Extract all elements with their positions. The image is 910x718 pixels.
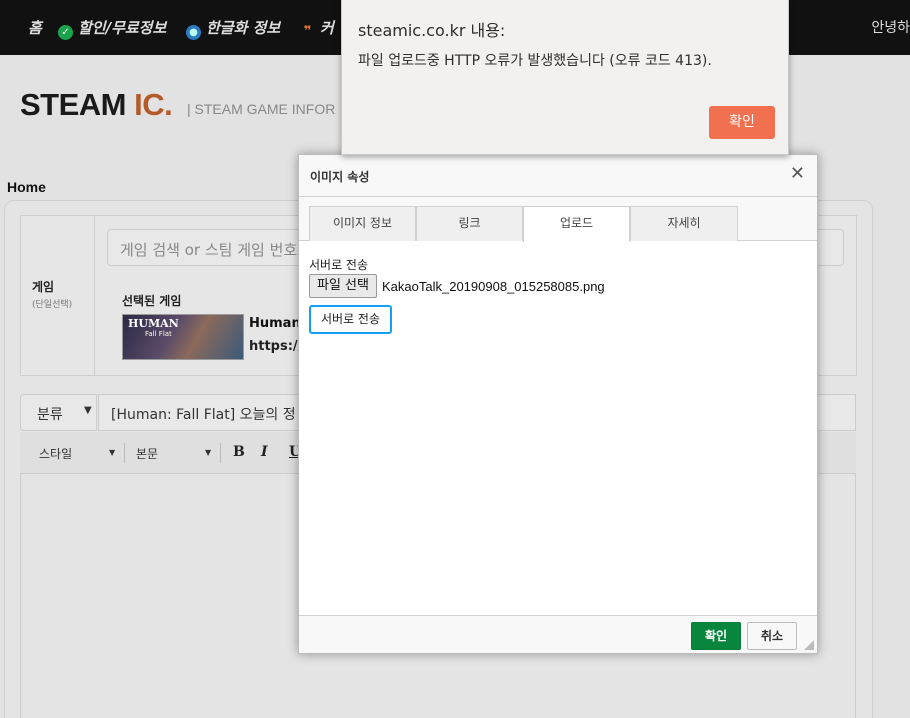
game-label: 게임 bbox=[32, 280, 55, 294]
send-to-server-button[interactable]: 서버로 전송 bbox=[309, 305, 392, 334]
alert-title: steamic.co.kr 내용: bbox=[358, 21, 506, 40]
alert-ok-button[interactable]: 확인 bbox=[709, 106, 775, 139]
alert-message: 파일 업로드중 HTTP 오류가 발생했습니다 (오류 코드 413). bbox=[358, 53, 712, 69]
tab-advanced[interactable]: 자세히 bbox=[630, 206, 738, 241]
user-greeting[interactable]: 안녕하 bbox=[871, 17, 910, 37]
format-caret-icon: ▼ bbox=[205, 448, 212, 457]
selected-file-name: KakaoTalk_20190908_015258085.png bbox=[382, 279, 605, 294]
tab-upload[interactable]: 업로드 bbox=[523, 206, 630, 242]
image-properties-dialog: 이미지 속성 ✕ 이미지 정보 링크 업로드 자세히 서버로 전송 파일 선택 … bbox=[298, 154, 818, 654]
selected-game-label: 선택된 게임 bbox=[122, 294, 182, 308]
game-sublabel: (단일선택) bbox=[32, 300, 73, 310]
nav-item-discount[interactable]: ✓ 할인/무료정보 bbox=[58, 17, 166, 40]
resize-handle-icon[interactable] bbox=[804, 640, 814, 650]
game-thumbnail: HUMAN Fall Flat bbox=[122, 314, 244, 360]
check-circle-icon: ✓ bbox=[58, 25, 73, 40]
tab-image-info[interactable]: 이미지 정보 bbox=[309, 206, 416, 241]
italic-button[interactable]: I bbox=[261, 444, 268, 460]
upload-label: 서버로 전송 bbox=[309, 258, 369, 272]
selected-game-url[interactable]: https:// bbox=[249, 339, 302, 354]
upload-panel: 서버로 전송 파일 선택 KakaoTalk_20190908_01525808… bbox=[299, 241, 817, 615]
choose-file-button[interactable]: 파일 선택 bbox=[309, 274, 377, 298]
browser-alert: steamic.co.kr 내용: 파일 업로드중 HTTP 오류가 발생했습니… bbox=[341, 0, 789, 155]
toolbar-divider bbox=[124, 443, 125, 463]
site-subtitle: | STEAM GAME INFOR bbox=[187, 101, 336, 117]
format-dropdown[interactable]: 본문 bbox=[136, 445, 158, 462]
globe-icon: ● bbox=[186, 25, 201, 40]
dialog-cancel-button[interactable]: 취소 bbox=[747, 622, 797, 650]
tab-link[interactable]: 링크 bbox=[416, 206, 523, 241]
nav-item-localization[interactable]: ● 한글화 정보 bbox=[186, 17, 280, 40]
caret-down-icon: ▼ bbox=[84, 405, 92, 416]
bold-button[interactable]: B bbox=[233, 444, 245, 460]
style-dropdown[interactable]: 스타일 bbox=[39, 445, 72, 462]
site-logo[interactable]: STEAM IC. bbox=[20, 87, 173, 123]
dialog-header: 이미지 속성 ✕ bbox=[299, 155, 817, 197]
thumbnail-subtitle: Fall Flat bbox=[145, 330, 172, 338]
thumbnail-title: HUMAN bbox=[128, 317, 179, 330]
breadcrumb[interactable]: Home bbox=[7, 179, 46, 195]
chat-bubbles-icon: ❞ bbox=[303, 24, 312, 39]
dialog-ok-button[interactable]: 확인 bbox=[691, 622, 741, 650]
game-label-cell: 게임 (단일선택) bbox=[20, 215, 95, 376]
nav-item-home[interactable]: 홈 bbox=[28, 17, 42, 38]
dialog-title: 이미지 속성 bbox=[310, 170, 370, 184]
close-icon[interactable]: ✕ bbox=[790, 164, 805, 184]
selected-game-name: Human bbox=[249, 316, 301, 331]
nav-item-community[interactable]: ❞ 커 bbox=[300, 17, 334, 39]
dialog-tabs: 이미지 정보 링크 업로드 자세히 bbox=[299, 197, 817, 242]
toolbar-divider bbox=[220, 443, 221, 463]
dialog-footer: 확인 취소 bbox=[299, 615, 817, 653]
style-caret-icon: ▼ bbox=[109, 448, 116, 457]
